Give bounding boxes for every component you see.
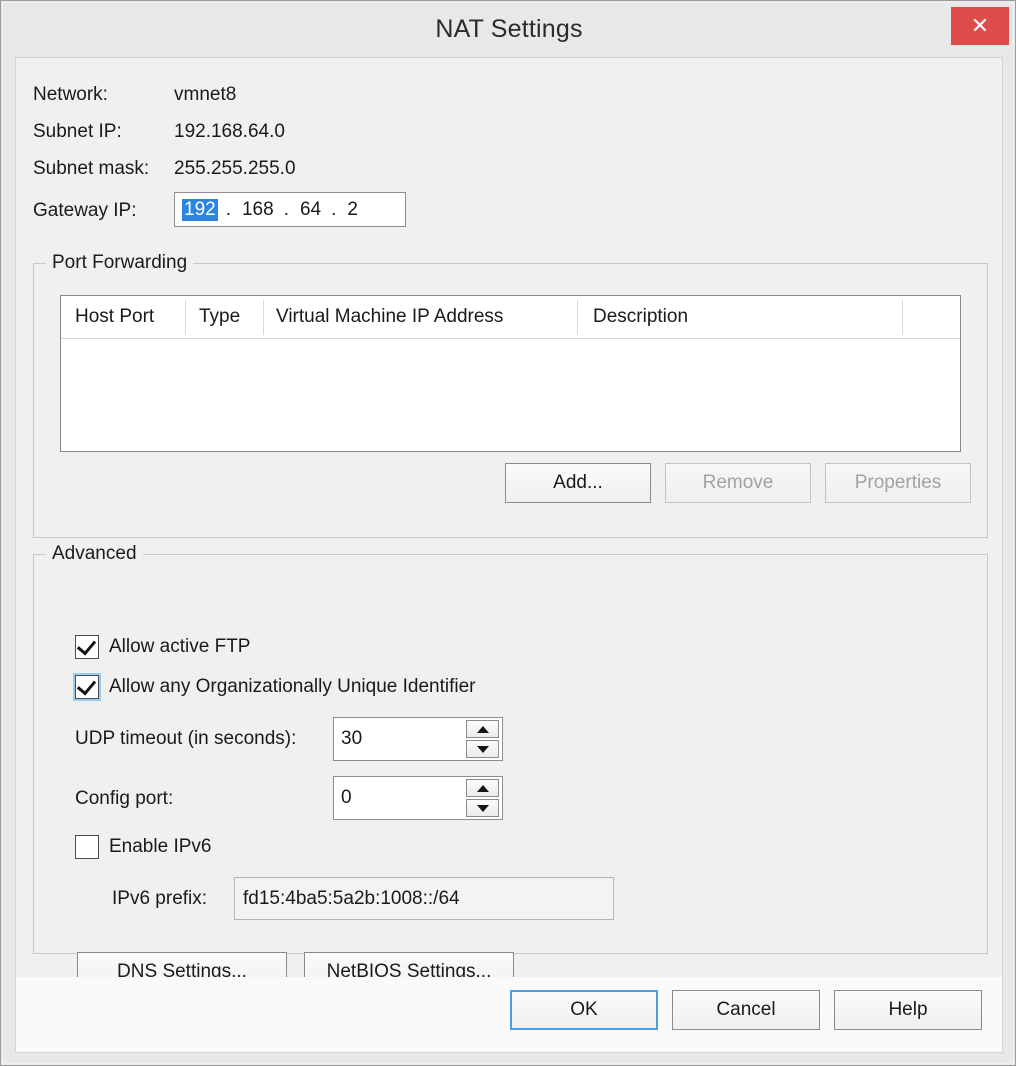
gateway-octet-4[interactable]: 2	[345, 199, 360, 221]
gateway-ip-input[interactable]: 192 . 168 . 64 . 2	[174, 192, 406, 227]
column-header-type[interactable]: Type	[199, 306, 240, 328]
gateway-separator-2: .	[283, 198, 289, 220]
allow-any-oui-checkbox[interactable]	[75, 675, 99, 699]
table-header-row: Host Port Type Virtual Machine IP Addres…	[61, 296, 960, 339]
column-header-vm-ip[interactable]: Virtual Machine IP Address	[276, 306, 503, 328]
dialog-title: NAT Settings	[435, 15, 583, 43]
allow-active-ftp-checkbox[interactable]	[75, 635, 99, 659]
add-button[interactable]: Add...	[505, 463, 651, 503]
enable-ipv6-checkbox[interactable]	[75, 835, 99, 859]
port-forwarding-group-title: Port Forwarding	[46, 252, 194, 274]
nat-settings-dialog: NAT Settings ✕ Network: vmnet8 Subnet IP…	[0, 0, 1016, 1066]
arrow-up-icon	[476, 725, 489, 733]
arrow-up-icon	[476, 784, 489, 792]
udp-timeout-increment-button[interactable]	[466, 720, 499, 738]
subnet-mask-label: Subnet mask:	[33, 158, 150, 179]
allow-any-oui-label: Allow any Organizationally Unique Identi…	[109, 676, 476, 697]
column-header-host-port[interactable]: Host Port	[75, 306, 154, 328]
config-port-stepper-buttons	[466, 777, 502, 819]
allow-active-ftp-label: Allow active FTP	[109, 636, 251, 657]
udp-timeout-decrement-button[interactable]	[466, 740, 499, 758]
gateway-separator-3: .	[331, 198, 337, 220]
port-forwarding-table[interactable]: Host Port Type Virtual Machine IP Addres…	[60, 295, 961, 452]
gateway-octet-3[interactable]: 64	[298, 199, 323, 221]
enable-ipv6-row[interactable]: Enable IPv6	[75, 835, 211, 859]
config-port-increment-button[interactable]	[466, 779, 499, 797]
advanced-group-title: Advanced	[46, 543, 143, 565]
ok-button[interactable]: OK	[510, 990, 658, 1030]
remove-button: Remove	[665, 463, 811, 503]
close-button[interactable]: ✕	[951, 7, 1009, 45]
help-button[interactable]: Help	[834, 990, 982, 1030]
arrow-down-icon	[476, 804, 489, 812]
ipv6-prefix-label: IPv6 prefix:	[112, 888, 208, 909]
config-port-label: Config port:	[75, 788, 174, 809]
allow-any-oui-row[interactable]: Allow any Organizationally Unique Identi…	[75, 675, 475, 699]
table-body-empty[interactable]	[61, 339, 960, 451]
udp-timeout-label: UDP timeout (in seconds):	[75, 728, 297, 749]
gateway-octet-1[interactable]: 192	[182, 198, 218, 221]
gateway-ip-label: Gateway IP:	[33, 200, 137, 221]
enable-ipv6-label: Enable IPv6	[109, 836, 212, 857]
port-forwarding-group: Port Forwarding Host Port Type Virtual M…	[33, 252, 988, 538]
config-port-value[interactable]: 0	[334, 777, 466, 819]
properties-button: Properties	[825, 463, 971, 503]
allow-active-ftp-row[interactable]: Allow active FTP	[75, 635, 250, 659]
udp-timeout-stepper-buttons	[466, 718, 502, 760]
arrow-down-icon	[476, 745, 489, 753]
ipv6-prefix-input[interactable]: fd15:4ba5:5a2b:1008::/64	[234, 877, 614, 920]
config-port-stepper[interactable]: 0	[333, 776, 503, 820]
column-divider-3[interactable]	[577, 300, 578, 335]
dialog-content: Network: vmnet8 Subnet IP: 192.168.64.0 …	[15, 57, 1003, 992]
gateway-octet-2[interactable]: 168	[240, 199, 276, 221]
config-port-decrement-button[interactable]	[466, 799, 499, 817]
gateway-separator-1: .	[225, 198, 231, 220]
cancel-button[interactable]: Cancel	[672, 990, 820, 1030]
udp-timeout-stepper[interactable]: 30	[333, 717, 503, 761]
subnet-mask-value: 255.255.255.0	[174, 158, 296, 179]
column-header-description[interactable]: Description	[593, 306, 688, 328]
column-divider-1[interactable]	[185, 300, 186, 335]
close-icon: ✕	[970, 13, 990, 38]
udp-timeout-value[interactable]: 30	[334, 718, 466, 760]
column-divider-4[interactable]	[902, 300, 903, 335]
column-divider-2[interactable]	[263, 300, 264, 335]
network-value: vmnet8	[174, 84, 237, 105]
check-icon	[76, 635, 97, 656]
network-label: Network:	[33, 84, 108, 105]
title-bar: NAT Settings ✕	[3, 3, 1015, 57]
subnet-ip-label: Subnet IP:	[33, 121, 122, 142]
check-icon	[76, 675, 97, 696]
dialog-footer: OK Cancel Help	[15, 977, 1003, 1053]
advanced-group: Advanced Allow active FTP Allow any Orga…	[33, 543, 988, 992]
subnet-ip-value: 192.168.64.0	[174, 121, 285, 142]
